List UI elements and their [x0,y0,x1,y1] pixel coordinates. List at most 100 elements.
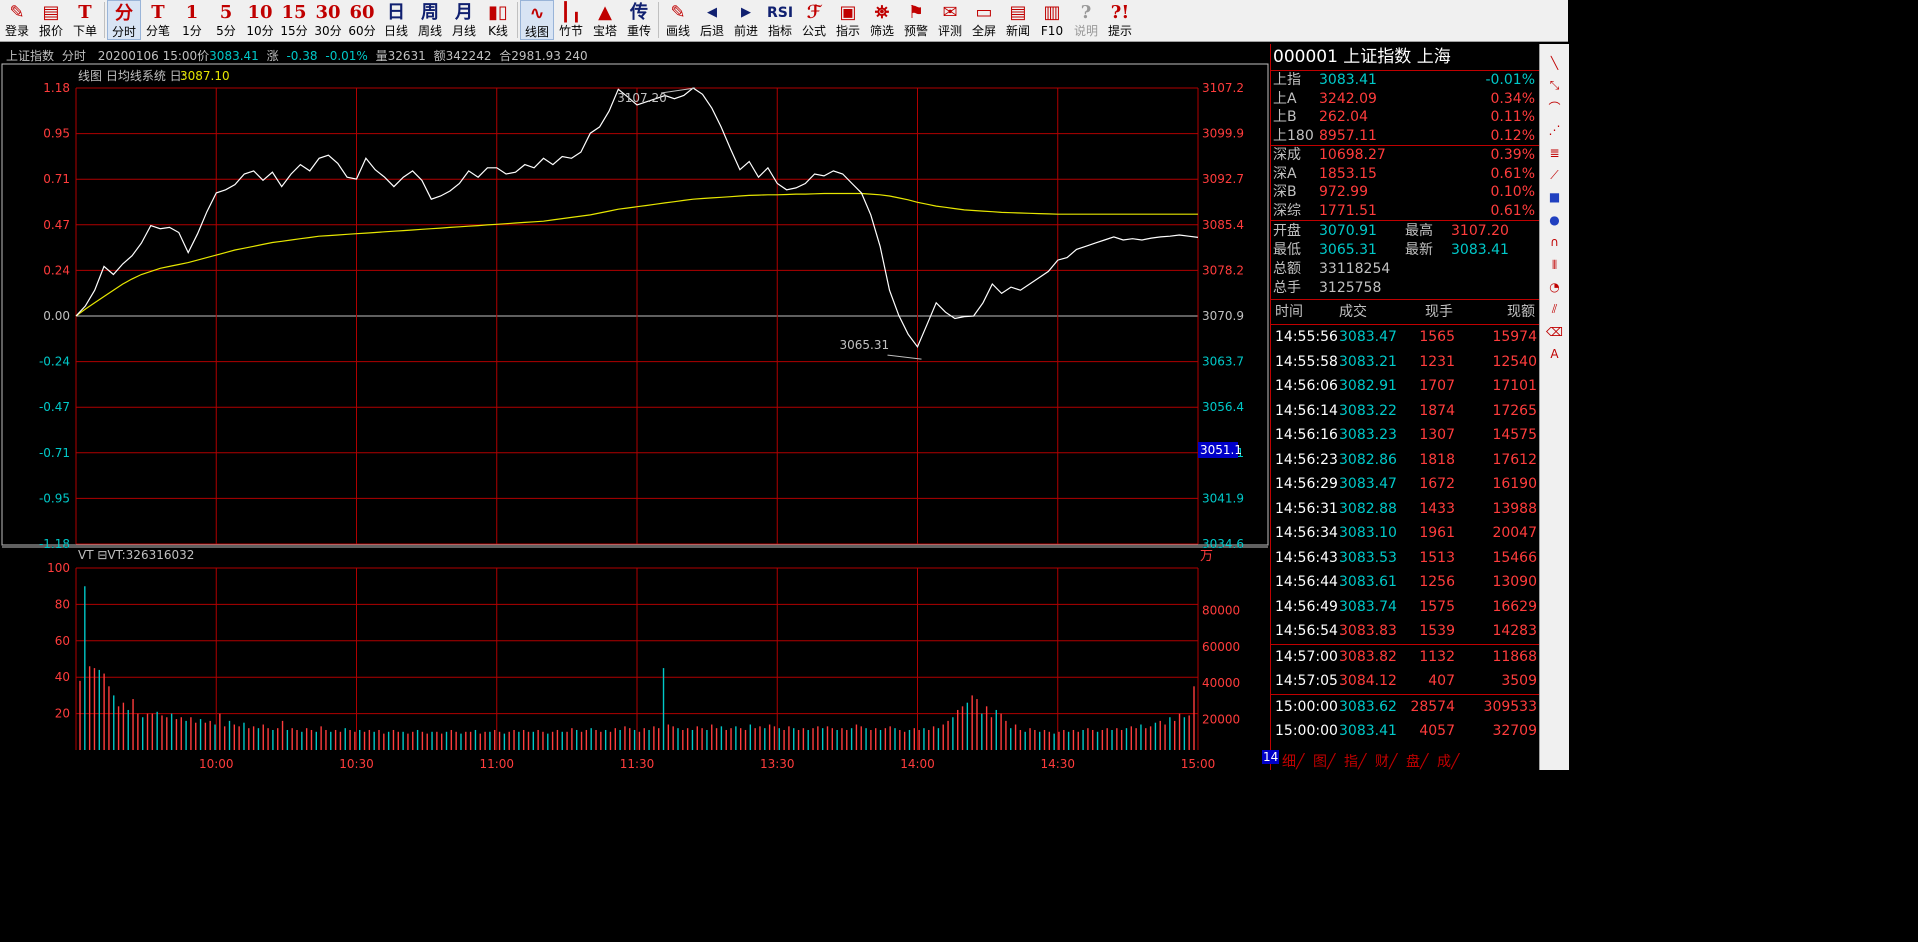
index-row[interactable]: 深B 972.99 0.10% [1271,183,1539,202]
eraser-tool-icon[interactable]: ⌫ [1540,321,1569,343]
tick-volume: 1565 [1419,329,1455,345]
line-tool-icon[interactable]: ╲ [1540,52,1569,74]
ray-tool-icon[interactable]: ⤡ [1540,74,1569,96]
index-value: 1853.15 [1319,165,1377,182]
forward-icon: ▶ [741,5,751,20]
toolbar-hint-button[interactable]: ?! 提示 [1103,0,1137,40]
tick-row[interactable]: 14:57:05 3084.12 407 3509 [1271,669,1539,694]
fan-tool-icon[interactable]: ⋰ [1540,119,1569,141]
cycle-tool-icon[interactable]: ∩ [1540,231,1569,253]
tick-row[interactable]: 14:57:00 3083.82 1132 11868 [1271,643,1539,670]
toolbar-week-button[interactable]: 周周线 [413,0,447,40]
tick-row[interactable]: 14:56:43 3083.53 1513 15466 [1271,546,1539,571]
index-row[interactable]: 上180 8957.11 0.12% [1271,127,1539,146]
toolbar-min15-button[interactable]: 15 15分 [277,0,311,40]
bottom-tab[interactable]: 细╱ [1282,751,1304,771]
toolbar-min60-button[interactable]: 60 60分 [345,0,379,40]
index-value: 972.99 [1319,184,1368,200]
toolbar-bamboo-button[interactable]: ┃╻ 竹节 [554,0,588,40]
toolbar-order-button[interactable]: T 下单 [68,0,102,40]
toolbar-line-chart-button[interactable]: ∿ 线图 [520,0,554,40]
tick-row[interactable]: 14:56:16 3083.23 1307 14575 [1271,423,1539,448]
toolbar-help-button[interactable]: ? 说明 [1069,0,1103,40]
toolbar-draw-button[interactable]: ✎ 画线 [661,0,695,40]
index-pct: 0.10% [1490,184,1535,200]
tick-row[interactable]: 14:56:23 3082.86 1818 17612 [1271,448,1539,473]
toolbar-overlay-button[interactable]: 传重传 [622,0,656,40]
toolbar-forward-button[interactable]: ▶ 前进 [729,0,763,40]
tick-row[interactable]: 15:00:00 3083.41 4057 32709 [1271,719,1539,744]
index-row[interactable]: 上A 3242.09 0.34% [1271,90,1539,109]
toolbar-back-button[interactable]: ◀ 后退 [695,0,729,40]
tick-row[interactable]: 14:55:58 3083.21 1231 12540 [1271,350,1539,375]
bottom-tab[interactable]: 指╱ [1344,751,1366,771]
toolbar-candle-button[interactable]: ▮▯ K线 [481,0,515,40]
tick-row[interactable]: 14:56:49 3083.74 1575 16629 [1271,595,1539,620]
tick-amount: 14575 [1492,427,1537,443]
left-axis-label: 0.71 [43,172,70,186]
tick-row[interactable]: 14:56:14 3083.22 1874 17265 [1271,399,1539,424]
toolbar-rsi-button[interactable]: RSI 指标 [763,0,797,40]
toolbar-alert-button[interactable]: ⚑ 预警 [899,0,933,40]
bottom-tab[interactable]: 盘╱ [1406,751,1428,771]
index-row[interactable]: 上B 262.04 0.11% [1271,108,1539,127]
toolbar-min10-button[interactable]: 10 10分 [243,0,277,40]
toolbar-f10-button[interactable]: ▥ F10 [1035,0,1069,40]
channel-tool-icon[interactable]: ≣ [1540,142,1569,164]
rect-tool-icon[interactable]: ■ [1540,186,1569,208]
toolbar-tick-button[interactable]: T 分笔 [141,0,175,40]
volume-left-label: 80 [55,597,70,611]
bottom-tab[interactable]: 图╱ [1313,751,1335,771]
tick-row[interactable]: 14:56:44 3083.61 1256 13090 [1271,570,1539,595]
toolbar-indicator-button[interactable]: ▣ 指示 [831,0,865,40]
toolbar-label: 分时 [111,25,136,39]
scroll-marker[interactable]: 14 [1262,750,1280,764]
tick-price: 3082.88 [1339,500,1397,517]
ticks-list[interactable]: 14:55:56 3083.47 1565 15974 14:55:58 3083.21 1… [1271,325,1539,744]
tick-row[interactable]: 14:56:06 3082.91 1707 17101 [1271,374,1539,399]
tick-volume: 4057 [1419,723,1455,739]
bottom-tab[interactable]: 成╱ [1437,751,1459,771]
toolbar-tower-button[interactable]: ▲ 宝塔 [588,0,622,40]
toolbar-intraday-button[interactable]: 分分时 [107,0,141,40]
toolbar-month-button[interactable]: 月月线 [447,0,481,40]
bars-tool-icon[interactable]: ⦀ [1540,254,1569,276]
circle-tool-icon[interactable]: ◔ [1540,276,1569,298]
toolbar-quote-button[interactable]: ▤ 报价 [34,0,68,40]
toolbar-min1-button[interactable]: 1 1分 [175,0,209,40]
toolbar-evaluate-button[interactable]: ✉ 评测 [933,0,967,40]
toolbar-fullscreen-button[interactable]: ▭ 全屏 [967,0,1001,40]
toolbar-min30-button[interactable]: 30 30分 [311,0,345,40]
toolbar-formula-button[interactable]: ℱ 公式 [797,0,831,40]
toolbar-min5-button[interactable]: 5 5分 [209,0,243,40]
index-row[interactable]: 深综 1771.51 0.61% [1271,202,1539,221]
min30-icon: 30 [315,2,341,23]
gann-tool-icon[interactable]: ⟋ [1540,164,1569,186]
tick-row[interactable]: 14:56:29 3083.47 1672 16190 [1271,472,1539,497]
index-row[interactable]: 深成 10698.27 0.39% [1271,145,1539,165]
tick-row[interactable]: 14:56:31 3082.88 1433 13988 [1271,497,1539,522]
toolbar-label: 日线 [383,24,408,38]
ellipse-tool-icon[interactable]: ● [1540,209,1569,231]
arc-tool-icon[interactable]: ⌒ [1540,97,1569,119]
text-tool-icon[interactable]: A [1540,343,1569,365]
toolbar-filter-button[interactable]: ⛯ 筛选 [865,0,899,40]
tick-row[interactable]: 14:56:34 3083.10 1961 20047 [1271,521,1539,546]
index-row[interactable]: 深A 1853.15 0.61% [1271,165,1539,184]
indicator-icon: ▣ [839,2,857,23]
intraday-chart[interactable]: 线图 日均线系统 日:3087.10 1.18 3107.2 0.95 3099.9 0.… [0,44,1270,770]
bottom-tab[interactable]: 财╱ [1375,751,1397,771]
tick-row[interactable]: 15:00:00 3083.62 28574 309533 [1271,693,1539,720]
index-row[interactable]: 上指 3083.41 -0.01% [1271,71,1539,90]
volume-right-label: 60000 [1202,640,1240,654]
tick-row[interactable]: 14:56:54 3083.83 1539 14283 [1271,619,1539,644]
toolbar-day-button[interactable]: 日日线 [379,0,413,40]
index-list: 上指 3083.41 -0.01% 上A 3242.09 0.34% 上B 262.04 0.1… [1271,71,1539,220]
tick-row[interactable]: 14:55:56 3083.47 1565 15974 [1271,325,1539,350]
parallel-tool-icon[interactable]: ⫽ [1540,298,1569,320]
toolbar-pencil-button[interactable]: ✎ 登录 [0,0,34,40]
tick-amount: 16190 [1492,476,1537,492]
toolbar-news-button[interactable]: ▤ 新闻 [1001,0,1035,40]
toolbar-label: 新闻 [1005,24,1030,38]
toolbar-label: 说明 [1073,24,1098,38]
